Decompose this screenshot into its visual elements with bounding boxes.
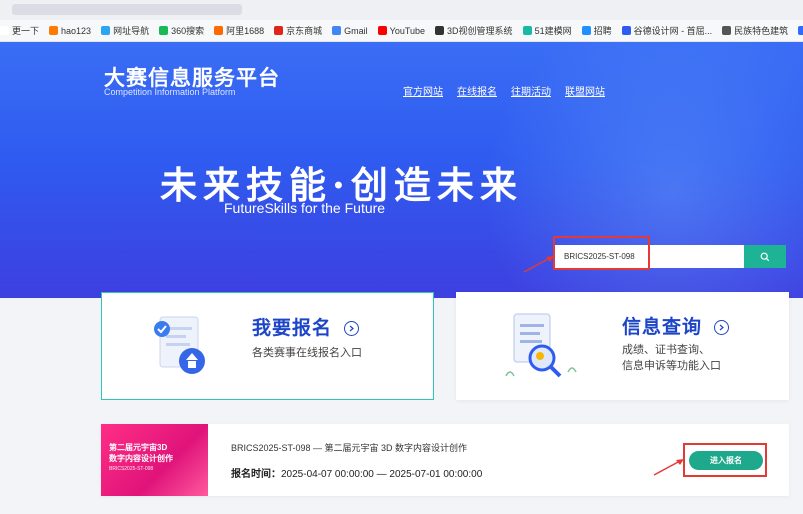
address-url-field[interactable]: [12, 4, 242, 15]
bookmark-favicon-icon: [581, 26, 591, 35]
site-subtitle: Competition Information Platform: [104, 87, 236, 97]
bookmark-item[interactable]: YouTube: [377, 25, 426, 36]
bookmark-label: hao123: [61, 25, 92, 36]
query-card-title: 信息查询: [622, 312, 730, 339]
bookmark-label: YouTube: [389, 25, 426, 36]
poster-title: 第二届元宇宙3D 数字内容设计创作: [109, 443, 173, 463]
bookmark-label: 阿里1688: [226, 26, 265, 36]
browser-address-bar: [0, 0, 803, 20]
bookmark-favicon-icon: [159, 26, 169, 35]
bookmark-favicon-icon: [274, 26, 284, 35]
bookmark-favicon-icon: [49, 26, 59, 35]
bookmark-item[interactable]: 51建模网: [522, 24, 572, 37]
bookmark-item[interactable]: 谷德设计网 - 首屈...: [621, 24, 713, 37]
nav-online-registration[interactable]: 在线报名: [457, 83, 497, 98]
bookmark-item[interactable]: 网址导航: [101, 24, 149, 37]
competition-title: BRICS2025-ST-098 — 第二届元宇宙 3D 数字内容设计创作: [231, 443, 468, 453]
register-form-icon: [154, 316, 205, 374]
bookmark-item[interactable]: hao123: [49, 26, 91, 36]
bookmark-favicon-icon: [332, 26, 342, 35]
bookmark-label: Gmail: [344, 25, 368, 36]
registration-time: 报名时间：2025-04-07 00:00:00 — 2025-07-01 00…: [231, 469, 483, 480]
bookmark-favicon-icon: [798, 26, 803, 35]
bookmark-favicon-icon: [722, 26, 732, 35]
bookmark-favicon-icon: [377, 26, 387, 35]
arrow-right-icon: [714, 320, 730, 336]
nav-past-events[interactable]: 往期活动: [511, 83, 551, 98]
nav-official-site[interactable]: 官方网站: [403, 83, 443, 98]
annotation-arrow-enroll: [653, 459, 684, 476]
register-card-desc: 各类赛事在线报名入口: [252, 347, 362, 359]
poster-code: BRICS2025-ST-098: [109, 466, 154, 472]
bookmarks-bar: 更一下 hao123 网址导航 360搜索 阿里1688 京东商城 Gmail YouTube…: [0, 20, 803, 42]
bookmark-favicon-icon: [214, 26, 224, 35]
register-card-title: 我要报名: [252, 313, 360, 340]
arrow-right-icon: [344, 321, 360, 337]
bookmark-label: 360搜索: [171, 26, 205, 36]
annotation-arrow-search: [523, 256, 554, 273]
bookmark-favicon-icon: [522, 26, 532, 35]
document-search-icon: [505, 313, 577, 378]
bookmark-label: 谷德设计网 - 首屈...: [633, 26, 713, 36]
register-card[interactable]: 我要报名 各类赛事在线报名入口: [101, 292, 434, 400]
bookmark-label: 51建模网: [534, 26, 572, 36]
bookmark-favicon-icon: [0, 26, 9, 35]
query-card-desc: 成绩、证书查询、 信息申诉等功能入口: [622, 344, 721, 372]
hero-slogan-english: FutureSkills for the Future: [224, 200, 386, 216]
bookmark-label: 更一下: [12, 26, 40, 36]
bookmark-label: 招聘: [593, 26, 612, 36]
hero-banner: 大赛信息服务平台 Competition Information Platfor…: [0, 42, 803, 298]
bookmark-item[interactable]: Gmail: [332, 26, 368, 36]
bookmark-item[interactable]: 3D视创管理系统: [435, 24, 513, 37]
bookmark-item[interactable]: 更一下: [0, 24, 39, 37]
bookmark-label: 民族特色建筑: [734, 26, 789, 36]
bookmark-item[interactable]: 民族特色建筑: [722, 24, 788, 37]
search-highlight-box: [553, 236, 650, 270]
bookmark-item[interactable]: 招聘: [581, 24, 612, 37]
bookmark-favicon-icon: [435, 26, 445, 35]
bookmark-favicon-icon: [101, 26, 111, 35]
search-button[interactable]: [744, 245, 786, 268]
competition-poster[interactable]: 第二届元宇宙3D 数字内容设计创作 BRICS2025-ST-098: [101, 424, 208, 496]
enroll-highlight-box: [683, 443, 767, 477]
bookmark-item[interactable]: 阿里1688: [214, 24, 264, 37]
bookmark-favicon-icon: [621, 26, 631, 35]
main-nav: 官方网站 在线报名 往期活动 联盟网站: [403, 83, 605, 98]
nav-alliance-sites[interactable]: 联盟网站: [565, 83, 605, 98]
bookmark-item[interactable]: 京东商城: [274, 24, 322, 37]
search-icon: [760, 252, 770, 261]
bookmark-item[interactable]: 360搜索: [159, 24, 204, 37]
bookmark-item[interactable]: 百度翻译: [798, 24, 803, 37]
bookmark-label: 3D视创管理系统: [447, 26, 513, 36]
query-card[interactable]: 信息查询 成绩、证书查询、 信息申诉等功能入口: [456, 292, 789, 400]
bookmark-label: 网址导航: [113, 26, 150, 36]
bookmark-label: 京东商城: [286, 26, 323, 36]
